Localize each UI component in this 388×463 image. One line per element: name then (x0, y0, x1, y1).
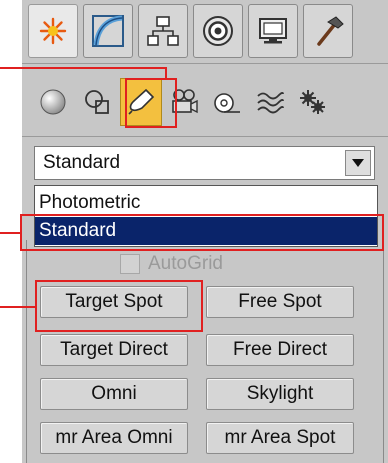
category-shapes[interactable] (76, 78, 118, 126)
tab-divider (22, 63, 388, 64)
callout-leader-standard (0, 232, 22, 234)
motion-circle-icon (203, 16, 233, 46)
option-photometric[interactable]: Photometric (35, 189, 377, 217)
omni-button[interactable]: Omni (40, 378, 188, 410)
autogrid-checkbox[interactable] (120, 254, 140, 274)
display-tab[interactable] (248, 4, 298, 58)
autogrid-label: AutoGrid (148, 253, 223, 274)
free-direct-button[interactable]: Free Direct (206, 334, 354, 366)
callout-standard-option (20, 214, 384, 251)
callout-target-spot (35, 280, 203, 332)
modify-tab[interactable] (83, 4, 133, 58)
callout-leader-lights (0, 67, 167, 69)
mr-area-omni-button[interactable]: mr Area Omni (40, 422, 188, 454)
hierarchy-icon (147, 16, 179, 46)
modify-curve-icon (92, 15, 124, 47)
utilities-tab[interactable] (303, 4, 353, 58)
display-monitor-icon (259, 18, 287, 44)
free-spot-button[interactable]: Free Spot (206, 286, 354, 318)
callout-leader-target-spot (0, 306, 37, 308)
sphere-icon (40, 89, 66, 115)
hammer-icon (317, 16, 344, 46)
category-divider (22, 136, 388, 137)
light-type-value: Standard (43, 152, 121, 173)
chevron-down-icon (352, 159, 364, 167)
skylight-button[interactable]: Skylight (206, 378, 354, 410)
category-geometry[interactable] (32, 78, 74, 126)
dropdown-arrow-button[interactable] (345, 150, 371, 176)
autogrid-row: AutoGrid (120, 253, 223, 275)
callout-lights-category (125, 78, 177, 128)
space-warp-icon (257, 91, 284, 114)
sun-star-icon (39, 17, 67, 45)
light-type-dropdown[interactable]: Standard (34, 146, 375, 180)
motion-tab[interactable] (193, 4, 243, 58)
target-direct-button[interactable]: Target Direct (40, 334, 188, 366)
category-helpers[interactable] (206, 78, 248, 126)
create-tab[interactable] (28, 4, 78, 58)
category-systems[interactable] (291, 78, 333, 126)
category-space-warps[interactable] (249, 78, 291, 126)
shapes-icon (85, 90, 109, 114)
hierarchy-tab[interactable] (138, 4, 188, 58)
systems-gear-icon (300, 90, 325, 114)
mr-area-spot-button[interactable]: mr Area Spot (206, 422, 354, 454)
helper-tape-icon (214, 93, 240, 113)
